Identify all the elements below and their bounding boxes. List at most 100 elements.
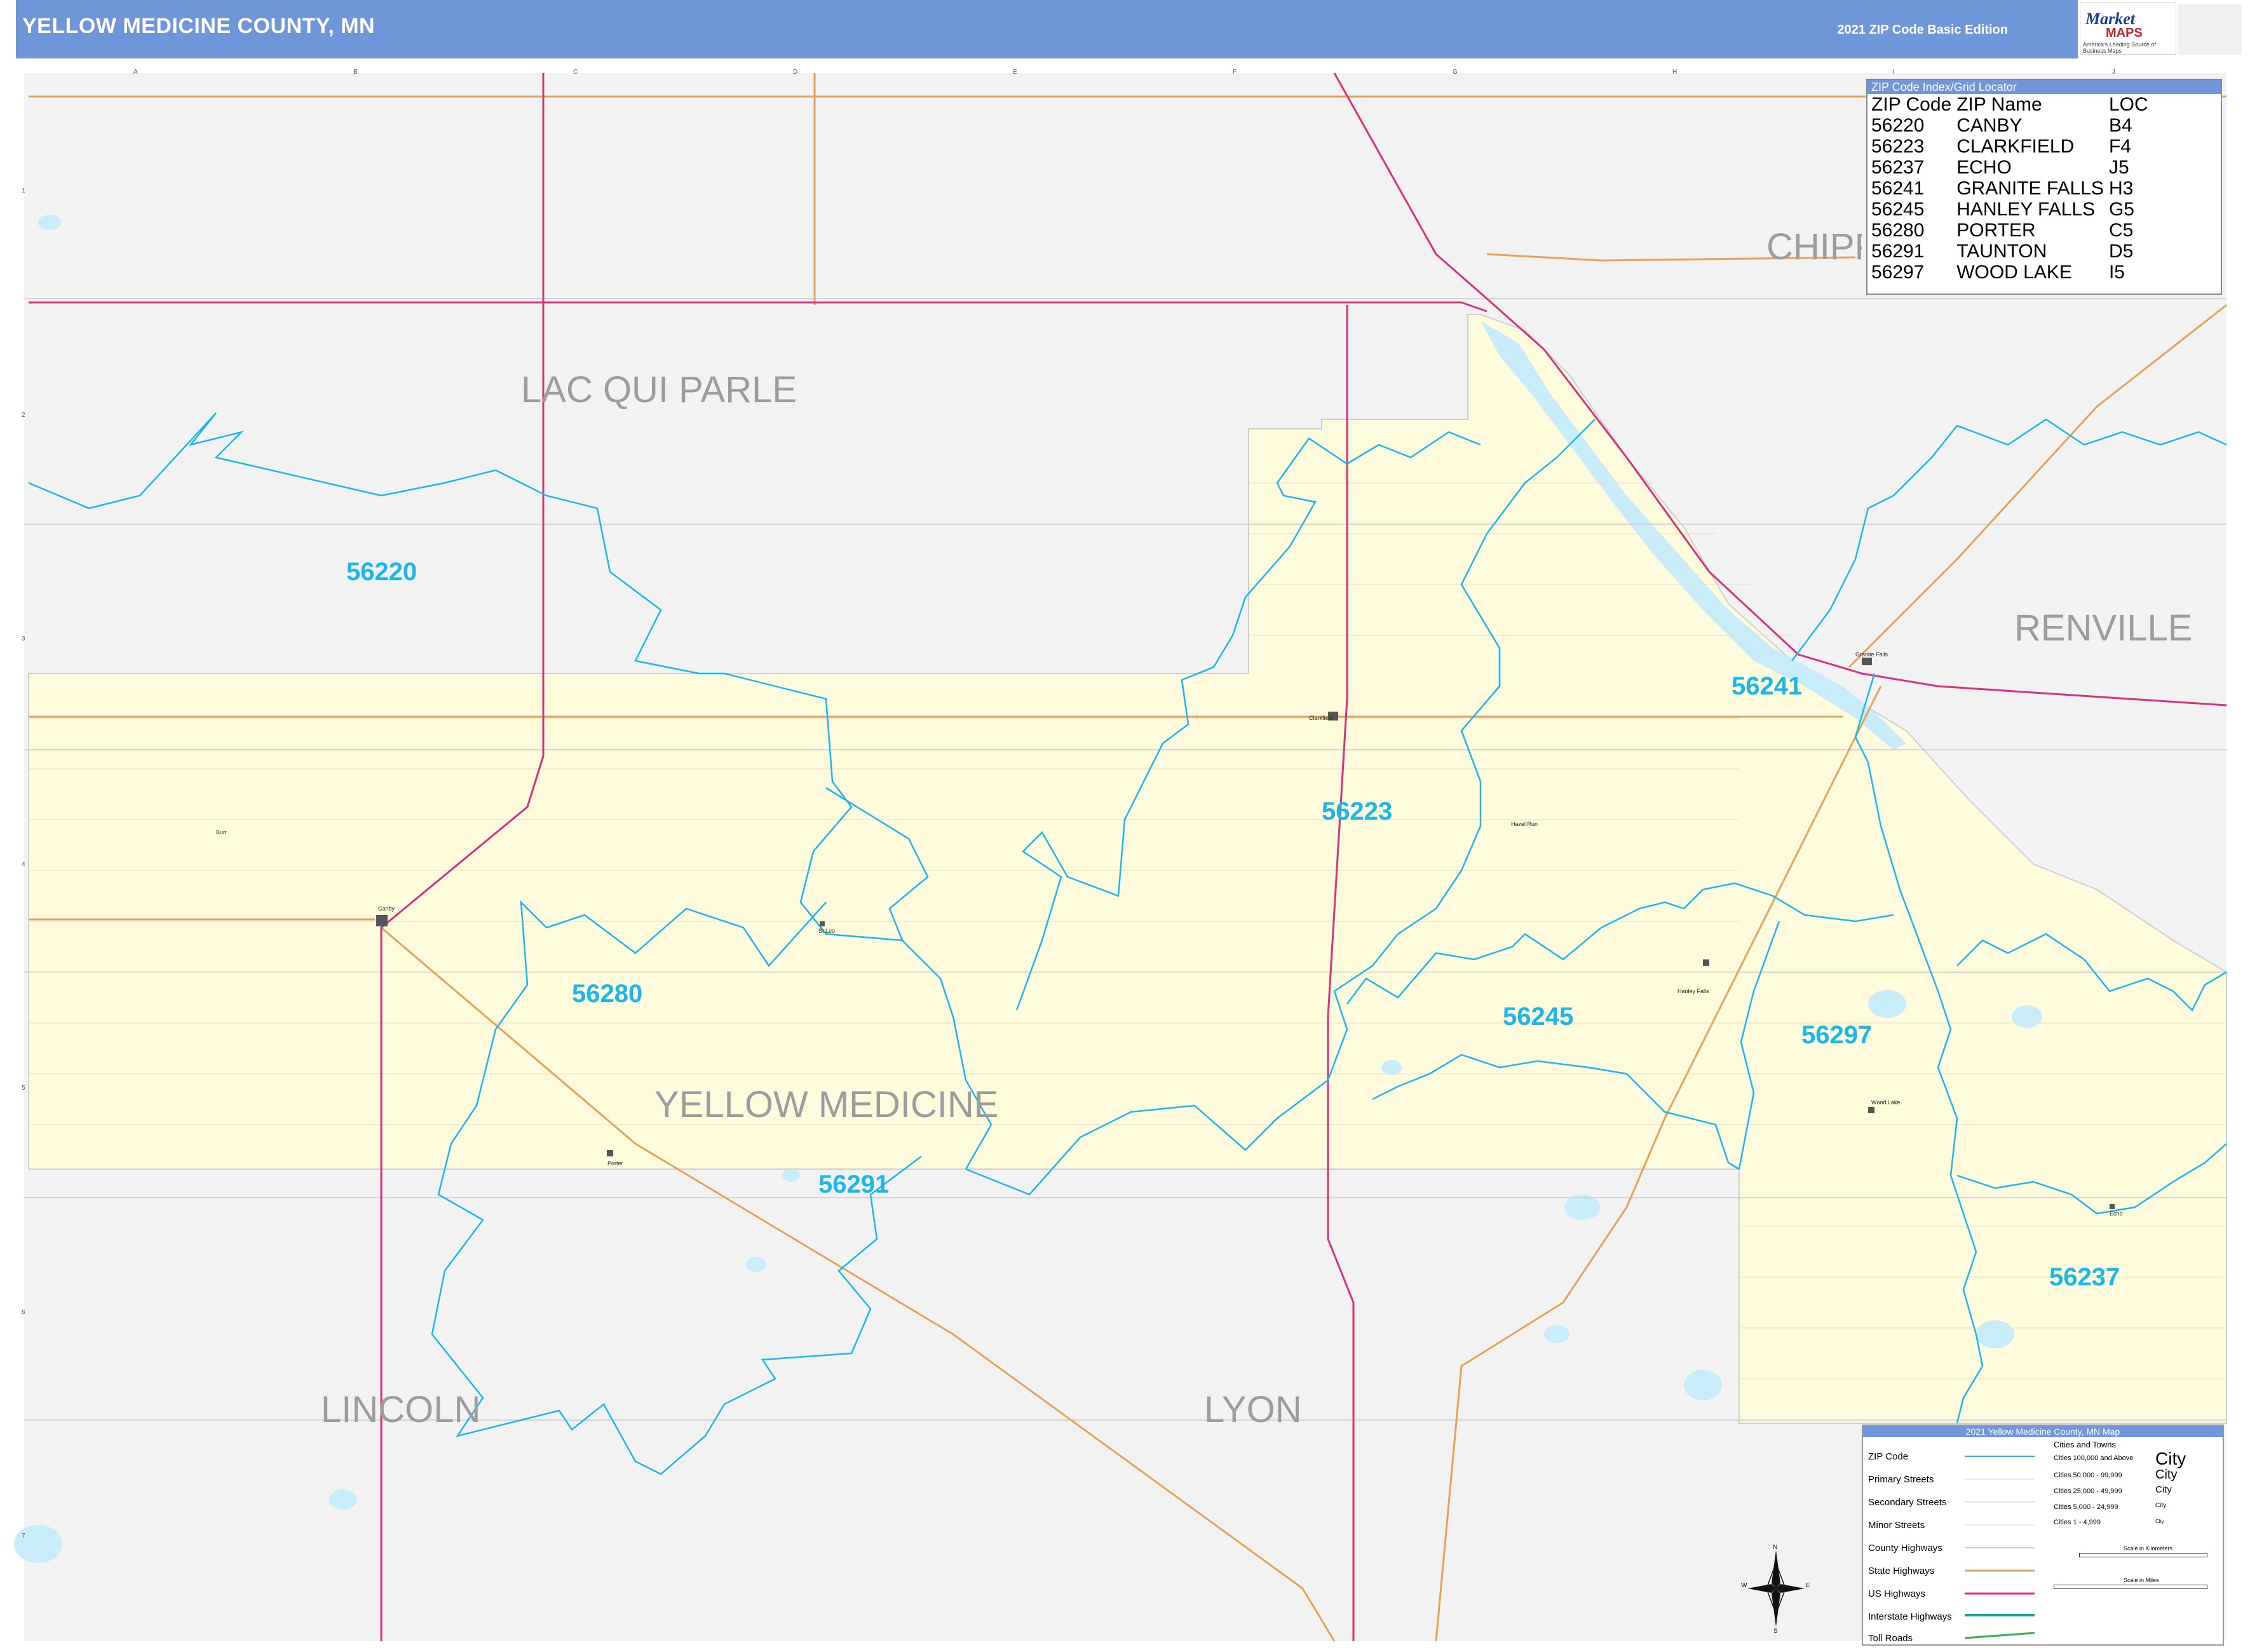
county-label-yellow-medicine: YELLOW MEDICINE bbox=[654, 1084, 999, 1125]
table-row[interactable]: 56280 PORTER C5 bbox=[1869, 220, 2151, 241]
col-header: ZIP Code bbox=[1871, 94, 1952, 115]
legend-city-sample: City bbox=[2155, 1502, 2167, 1509]
town-label: Canby bbox=[378, 905, 395, 912]
col-header: ZIP Name bbox=[1956, 94, 2042, 115]
zip-index-panel: ZIP Code Index/Grid Locator ZIP Code ZIP… bbox=[1866, 79, 2222, 295]
grid-col-d: D bbox=[793, 69, 798, 76]
zip-label: 56280 bbox=[572, 980, 643, 1008]
map-legend: 2021 Yellow Medicine County, MN Map ZIP … bbox=[1862, 1425, 2224, 1646]
legend-city-row: Cities 25,000 - 49,999 bbox=[2054, 1487, 2122, 1495]
grid-col-h: H bbox=[1672, 69, 1677, 76]
legend-city-row: Cities 50,000 - 99,999 bbox=[2054, 1472, 2122, 1479]
loc-cell: B4 bbox=[2108, 115, 2132, 136]
legend-city-sample: City bbox=[2155, 1484, 2172, 1495]
town-label: Clarkfield bbox=[1309, 715, 1333, 721]
loc-cell: G5 bbox=[2108, 199, 2134, 220]
name-cell: HANLEY FALLS bbox=[1956, 199, 2096, 220]
grid-row-6: 6 bbox=[22, 1309, 25, 1316]
grid-col-f: F bbox=[1233, 69, 1237, 76]
legend-city-sample: City bbox=[2155, 1449, 2186, 1468]
legend-city-row: Cities 1 - 4,999 bbox=[2054, 1519, 2101, 1526]
zip-label: 56245 bbox=[1503, 1003, 1574, 1031]
compass-n: N bbox=[1773, 1544, 1777, 1551]
table-row[interactable]: 56223 CLARKFIELD F4 bbox=[1869, 136, 2151, 157]
legend-title: 2021 Yellow Medicine County, MN Map bbox=[1863, 1426, 2223, 1437]
legend-item: ZIP Code bbox=[1868, 1451, 1909, 1462]
zip-cell: 56280 bbox=[1871, 220, 1925, 241]
zip-cell: 56237 bbox=[1871, 157, 1925, 178]
legend-cities-header: Cities and Towns bbox=[2054, 1440, 2117, 1449]
loc-cell: C5 bbox=[2108, 220, 2134, 241]
town-label: Hanley Falls bbox=[1677, 988, 1709, 994]
zip-cell: 56241 bbox=[1871, 178, 1925, 199]
table-header-row: ZIP Code ZIP Name LOC bbox=[1869, 94, 2151, 115]
legend-item: Interstate Highways bbox=[1868, 1611, 1952, 1622]
legend-city-row: Cities 100,000 and Above bbox=[2054, 1454, 2134, 1462]
grid-row-4: 4 bbox=[22, 861, 25, 868]
table-row[interactable]: 56245 HANLEY FALLS G5 bbox=[1869, 199, 2151, 220]
grid-col-c: C bbox=[573, 69, 578, 76]
county-label-chippewa: CHIPPEWA bbox=[1766, 226, 1862, 267]
compass-e: E bbox=[1806, 1582, 1810, 1589]
table-row[interactable]: 56241 GRANITE FALLS H3 bbox=[1869, 178, 2151, 199]
legend-city-sample: City bbox=[2155, 1519, 2164, 1524]
name-cell: GRANITE FALLS bbox=[1956, 178, 2104, 199]
compass-rose-icon: N S E W bbox=[1741, 1544, 1810, 1633]
name-cell: ECHO bbox=[1956, 157, 2012, 178]
zip-label: 56241 bbox=[1732, 672, 1803, 700]
compass-s: S bbox=[1773, 1628, 1778, 1633]
county-label-renville: RENVILLE bbox=[2014, 607, 2193, 649]
compass-w: W bbox=[1741, 1582, 1747, 1589]
town-label: Porter bbox=[607, 1160, 623, 1167]
town-label: Granite Falls bbox=[1855, 651, 1888, 658]
name-cell: TAUNTON bbox=[1956, 241, 2047, 262]
town-label: Hazel Run bbox=[1511, 821, 1538, 827]
grid-row-5: 5 bbox=[22, 1085, 25, 1092]
zip-index-table: ZIP Code ZIP Name LOC 56220 CANBY B4 56223… bbox=[1869, 94, 2151, 283]
town-label: Echo bbox=[2110, 1210, 2123, 1217]
town-label: St Leo bbox=[818, 928, 836, 934]
legend-scale-mi: Scale in Miles bbox=[2124, 1577, 2159, 1583]
grid-col-b: B bbox=[353, 69, 358, 76]
zip-label: 56223 bbox=[1322, 797, 1393, 825]
zip-index-header: ZIP Code Index/Grid Locator bbox=[1867, 80, 2221, 94]
legend-scale-km: Scale in Kilometers bbox=[2124, 1545, 2173, 1552]
grid-col-j: J bbox=[2112, 69, 2115, 76]
scale-bar-mi bbox=[2054, 1585, 2207, 1589]
zip-cell: 56220 bbox=[1871, 115, 1925, 136]
table-row[interactable]: 56291 TAUNTON D5 bbox=[1869, 241, 2151, 262]
county-label-lincoln: LINCOLN bbox=[321, 1389, 481, 1430]
zip-cell: 56245 bbox=[1871, 199, 1925, 220]
zip-label: 56220 bbox=[346, 558, 417, 586]
name-cell: CANBY bbox=[1956, 115, 2023, 136]
town-label: Wood Lake bbox=[1871, 1099, 1901, 1106]
zip-label: 56291 bbox=[818, 1170, 890, 1198]
loc-cell: D5 bbox=[2108, 241, 2134, 262]
table-row[interactable]: 56297 WOOD LAKE I5 bbox=[1869, 262, 2151, 283]
zip-cell: 56297 bbox=[1871, 262, 1925, 283]
table-row[interactable]: 56220 CANBY B4 bbox=[1869, 115, 2151, 136]
county-label-lac-qui-parle: LAC QUI PARLE bbox=[521, 369, 797, 410]
legend-city-sample: City bbox=[2155, 1468, 2178, 1482]
legend-item: Secondary Streets bbox=[1868, 1497, 1947, 1508]
table-row[interactable]: 56237 ECHO J5 bbox=[1869, 157, 2151, 178]
name-cell: WOOD LAKE bbox=[1956, 262, 2072, 283]
legend-item: State Highways bbox=[1868, 1566, 1935, 1576]
loc-cell: I5 bbox=[2108, 262, 2125, 283]
grid-row-2: 2 bbox=[22, 412, 25, 419]
loc-cell: H3 bbox=[2108, 178, 2134, 199]
grid-col-g: G bbox=[1453, 69, 1458, 76]
legend-item: US Highways bbox=[1868, 1588, 1926, 1599]
zip-cell: 56291 bbox=[1871, 241, 1925, 262]
town-label: Burr bbox=[216, 829, 227, 836]
name-cell: CLARKFIELD bbox=[1956, 136, 2075, 157]
grid-col-i: I bbox=[1892, 69, 1894, 76]
scale-bar-km bbox=[2079, 1553, 2207, 1557]
grid-row-7: 7 bbox=[22, 1533, 25, 1540]
grid-row-3: 3 bbox=[22, 635, 25, 642]
name-cell: PORTER bbox=[1956, 220, 2036, 241]
legend-city-row: Cities 5,000 - 24,999 bbox=[2054, 1503, 2118, 1511]
legend-item: County Highways bbox=[1868, 1543, 1942, 1554]
grid-col-e: E bbox=[1013, 69, 1017, 76]
grid-col-a: A bbox=[133, 69, 138, 76]
